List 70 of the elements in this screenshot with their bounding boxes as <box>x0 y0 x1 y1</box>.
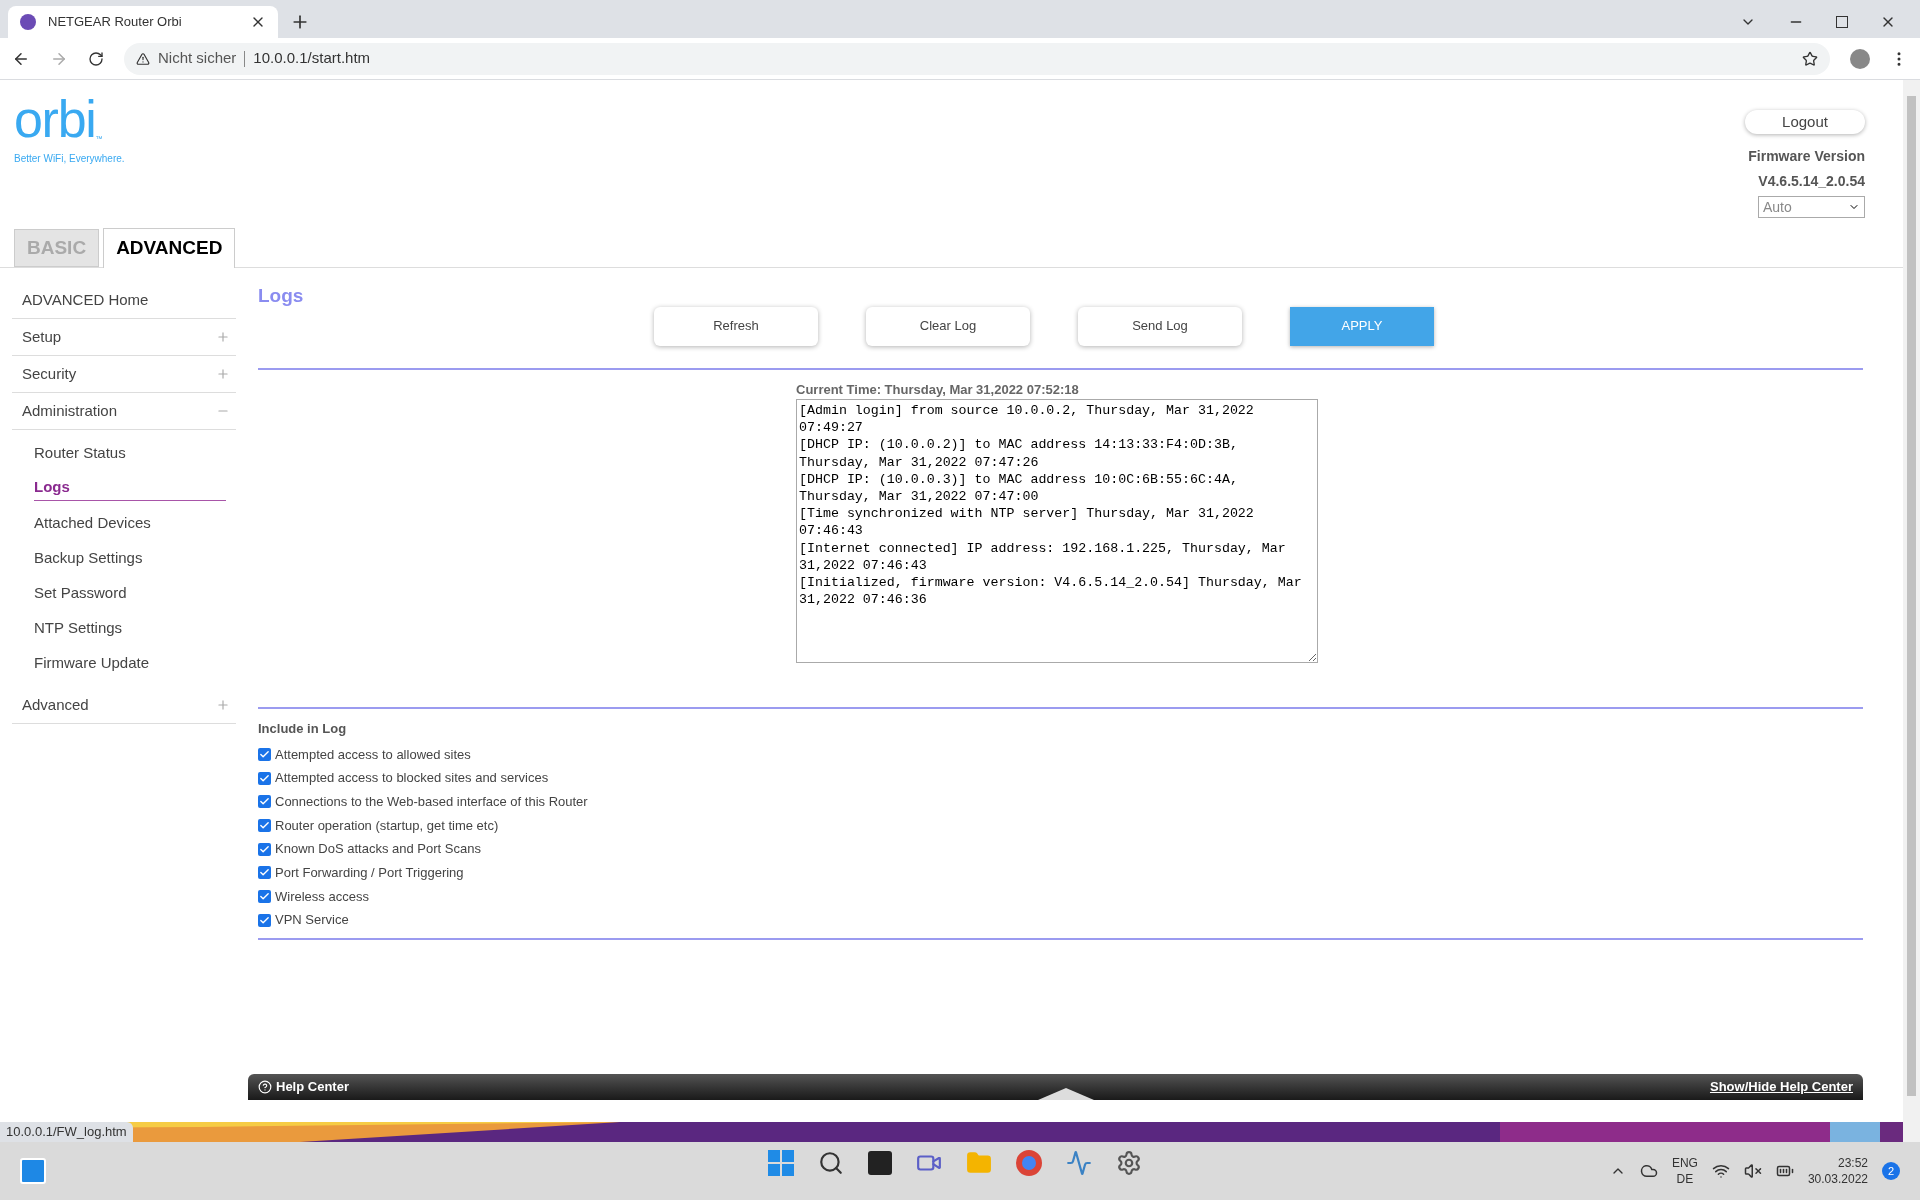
url-text: 10.0.0.1/start.htm <box>253 48 371 69</box>
help-toggle-link[interactable]: Show/Hide Help Center <box>1709 1077 1853 1097</box>
sidebar-subitem[interactable]: Logs <box>34 475 226 502</box>
checkbox[interactable] <box>258 818 271 832</box>
current-time: Current Time: Thursday, Mar 31,2022 07:52:18 <box>796 380 1080 399</box>
action-button[interactable]: Refresh <box>654 306 818 346</box>
help-center-label: Help Center <box>276 1078 349 1097</box>
region-code[interactable]: DE <box>1676 1171 1694 1187</box>
action-button[interactable]: Send Log <box>1078 306 1242 346</box>
language-select[interactable]: Auto <box>1758 196 1865 218</box>
include-label: Include in Log <box>258 720 348 738</box>
checkbox[interactable] <box>258 771 271 785</box>
tab-title: NETGEAR Router Orbi <box>48 13 183 32</box>
sidebar-subitem[interactable]: Firmware Update <box>34 652 150 675</box>
scrollbar[interactable] <box>1903 80 1920 1142</box>
wifi-icon[interactable] <box>1711 1162 1730 1180</box>
checkbox[interactable] <box>258 913 271 927</box>
option-label: VPN Service <box>275 911 349 930</box>
windows-start-icon[interactable] <box>768 1150 794 1176</box>
bookmark-icon[interactable] <box>1802 50 1818 67</box>
checkbox[interactable] <box>258 747 271 761</box>
checkbox[interactable] <box>258 866 271 880</box>
sidebar-item[interactable]: Advanced <box>12 687 236 724</box>
settings-icon[interactable] <box>1116 1150 1142 1176</box>
option-label: Attempted access to allowed sites <box>275 745 471 764</box>
warning-icon <box>136 51 150 66</box>
clock-date[interactable]: 30.03.2022 <box>1807 1171 1868 1187</box>
language-code[interactable]: ENG <box>1671 1155 1698 1171</box>
volume-muted-icon[interactable] <box>1743 1162 1762 1180</box>
restore-icon[interactable] <box>1836 16 1848 28</box>
orbi-logo: orbi <box>14 96 96 142</box>
checkbox[interactable] <box>258 889 271 903</box>
option-label: Wireless access <box>275 887 369 906</box>
tab[interactable]: ADVANCED <box>103 228 236 268</box>
address-bar[interactable]: Nicht sicher 10.0.0.1/start.htm <box>124 42 1830 75</box>
logout-button[interactable]: Logout <box>1745 110 1865 134</box>
reload-icon[interactable] <box>88 50 104 67</box>
sidebar-subitem[interactable]: Attached Devices <box>34 512 151 535</box>
sidebar-item[interactable]: Setup <box>12 319 236 356</box>
firmware-version: V4.6.5.14_2.0.54 <box>1758 172 1865 191</box>
sidebar-item[interactable]: ADVANCED Home <box>12 282 236 319</box>
search-icon[interactable] <box>818 1150 844 1176</box>
clock-time[interactable]: 23:52 <box>1837 1155 1868 1171</box>
option-label: Port Forwarding / Port Triggering <box>275 864 464 883</box>
sidebar-subitem[interactable]: NTP Settings <box>34 617 123 640</box>
checkbox[interactable] <box>258 842 271 856</box>
option-label: Known DoS attacks and Port Scans <box>275 840 481 859</box>
checkbox[interactable] <box>258 795 271 809</box>
sidebar-item[interactable]: Security <box>12 356 236 393</box>
sidebar-subitem[interactable]: Set Password <box>34 582 127 605</box>
option-label: Connections to the Web-based interface of this Router <box>275 792 588 811</box>
sidebar-item[interactable]: Administration <box>12 393 236 430</box>
notification-badge[interactable]: 2 <box>1882 1162 1900 1180</box>
page-title: Logs <box>258 284 305 308</box>
help-icon <box>258 1080 272 1094</box>
tagline: Better WiFi, Everywhere. <box>14 151 125 166</box>
firmware-label: Firmware Version <box>1748 147 1865 166</box>
profile-icon[interactable] <box>1850 48 1870 69</box>
sidebar-subitem[interactable]: Router Status <box>34 442 126 465</box>
expand-arrow-icon[interactable] <box>1038 1088 1094 1100</box>
sidebar-subitem[interactable]: Backup Settings <box>34 547 143 570</box>
cloud-icon[interactable] <box>1639 1162 1658 1180</box>
browser-tab[interactable]: NETGEAR Router Orbi <box>8 6 278 38</box>
status-url: 10.0.0.1/FW_log.htm <box>0 1122 133 1142</box>
log-textarea[interactable]: [Admin login] from source 10.0.0.2, Thursday, Mar 31,2022 07:49:27 [DHCP IP: (10.0.0.2)] to MAC address 14:13:33:F4:0D:3B, Thursday, Mar 31,2022 07:47:26 [DHCP IP: (10.0.0.3)] to MAC address 10:0C:6B:55:6C:4A, Thursday, Mar 31,2022 07:47:00 [Time synchronized with NTP server] Thursday, Mar 31,2022 07:46:43 [Internet connected] IP address: 192.168.1.225, Thursday, Mar 31,2022 07:46:43 [Initialized, firmware version: V4.6.5.14_2.0.54] Thursday, Mar 31,2022 07:46:36 <box>796 399 1318 663</box>
option-label: Attempted access to blocked sites and services <box>275 769 549 788</box>
browser-icon[interactable] <box>1016 1150 1042 1176</box>
security-label: Nicht sicher <box>158 48 237 69</box>
action-button[interactable]: Clear Log <box>866 306 1030 346</box>
option-label: Router operation (startup, get time etc) <box>275 816 499 835</box>
